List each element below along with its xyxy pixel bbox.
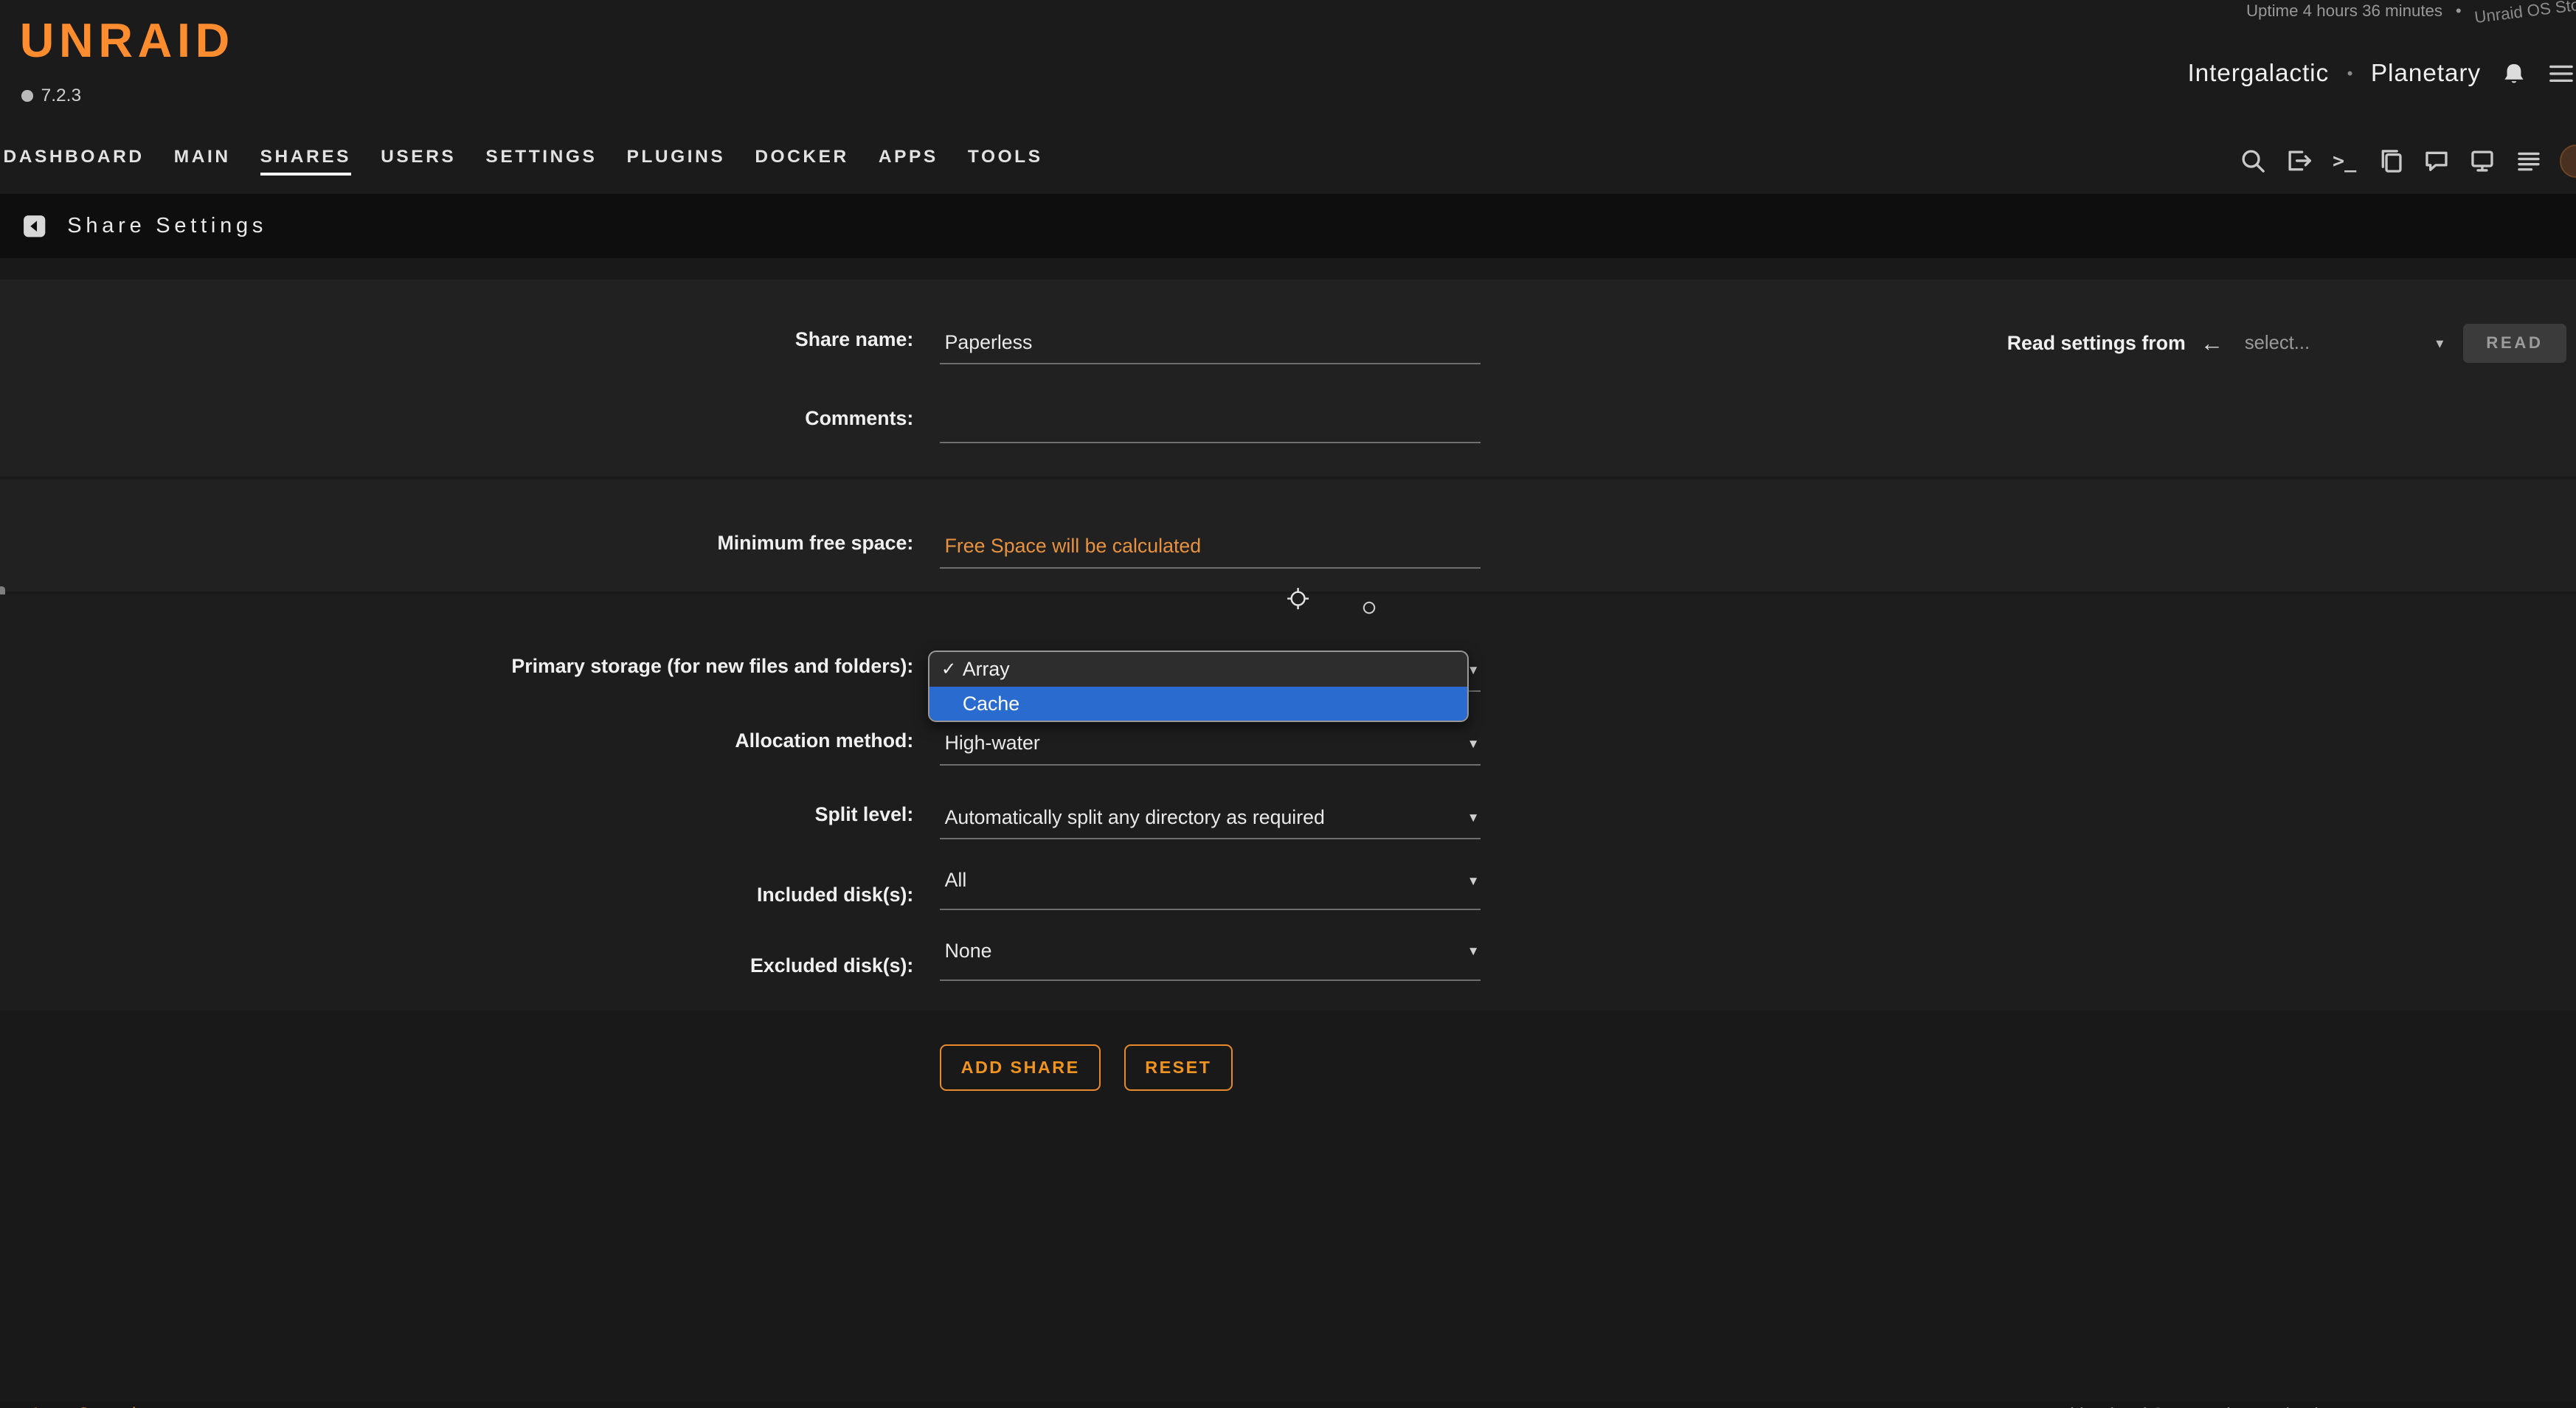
excluded-disks-label: Excluded disk(s): [0, 953, 913, 979]
page-title: Share Settings [67, 214, 267, 238]
uptime-sep: • [2456, 1, 2462, 21]
primary-storage-label: Primary storage (for new files and folde… [0, 653, 913, 680]
uptime-text: Uptime 4 hours 36 minutes [2246, 1, 2442, 21]
unraid-logo: UNRAID [20, 13, 235, 68]
form-actions: ADD SHARE RESET [940, 1044, 1233, 1090]
nav-icon-group: >_ [2237, 128, 2576, 194]
notifications-bell-icon[interactable] [2499, 59, 2528, 89]
monitor-icon[interactable] [2468, 146, 2497, 176]
min-free-space-label: Minimum free space: [0, 530, 913, 557]
panel-free-space: Minimum free space: [0, 479, 2576, 591]
split-level-label: Split level: [0, 802, 913, 828]
version-dot-icon [21, 90, 33, 102]
feedback-icon[interactable] [2422, 146, 2451, 176]
chevron-down-icon: ▾ [1469, 734, 1477, 752]
nav-item-dashboard[interactable]: DASHBOARD [3, 147, 144, 176]
read-settings-group: Read settings from ← select... ▾ READ [2007, 324, 2566, 363]
page-title-bar: Share Settings [0, 194, 2576, 258]
allocation-method-label: Allocation method: [0, 728, 913, 755]
chevron-down-icon: ▾ [1469, 871, 1477, 889]
share-name-label: Share name: [0, 327, 913, 353]
search-icon[interactable] [2237, 146, 2267, 176]
nav-item-tools[interactable]: TOOLS [968, 147, 1043, 176]
allocation-method-select[interactable]: High-water ▾ [940, 723, 1481, 766]
panel-storage-settings: Primary storage (for new files and folde… [0, 594, 2576, 1010]
read-settings-select-value: select... [2245, 333, 2310, 354]
nav-item-main[interactable]: MAIN [174, 147, 231, 176]
allocation-method-value: High-water [945, 732, 1040, 755]
dropdown-option-array[interactable]: ✓ Array [929, 652, 1467, 687]
back-icon[interactable] [20, 211, 49, 240]
panel-share-identity: Share name: Read settings from ← select.… [0, 280, 2576, 476]
split-level-value: Automatically split any directory as req… [945, 806, 1325, 829]
included-disks-select[interactable]: All ▾ [940, 866, 1481, 910]
terminal-icon[interactable]: >_ [2330, 146, 2359, 176]
version-text: 7.2.3 [41, 86, 81, 106]
nav-item-shares[interactable]: SHARES [260, 147, 351, 176]
dropdown-option-label: Array [963, 658, 1010, 681]
version-badge: 7.2.3 [21, 86, 81, 106]
nav-item-docker[interactable]: DOCKER [755, 147, 848, 176]
chevron-down-icon: ▾ [2436, 334, 2443, 353]
unraid-app: UNRAID 7.2.3 Uptime 4 hours 36 minutes •… [0, 0, 2576, 1408]
server-identity: Intergalactic • Planetary [2187, 59, 2572, 89]
copy-icon[interactable] [2375, 146, 2405, 176]
server-sep: • [2347, 64, 2353, 83]
read-settings-label: Read settings from [2007, 332, 2186, 355]
footer: Array Started Unraid webGui © 2025, Lime… [0, 1401, 2576, 1408]
terminal-glyph: >_ [2333, 150, 2356, 173]
comments-label: Comments: [0, 406, 913, 432]
server-description: Planetary [2371, 60, 2481, 88]
reset-button[interactable]: RESET [1124, 1044, 1233, 1090]
dropdown-option-label: Cache [963, 693, 1019, 715]
menu-icon[interactable] [2546, 59, 2576, 89]
read-settings-select[interactable]: select... ▾ [2238, 325, 2448, 361]
arrow-left-icon: ← [2201, 332, 2223, 355]
add-share-button[interactable]: ADD SHARE [940, 1044, 1101, 1090]
nav-item-plugins[interactable]: PLUGINS [626, 147, 725, 176]
uptime-row: Uptime 4 hours 36 minutes • Unraid OS St… [2246, 1, 2576, 21]
log-icon[interactable] [2513, 146, 2543, 176]
os-note-text: Unraid OS Stor [2473, 0, 2576, 27]
main-nav: DASHBOARD MAIN SHARES USERS SETTINGS PLU… [0, 128, 2576, 194]
nav-item-settings[interactable]: SETTINGS [485, 147, 597, 176]
cursor-circle-icon [1362, 592, 1377, 622]
excluded-disks-value: None [945, 940, 992, 963]
excluded-disks-select[interactable]: None ▾ [940, 936, 1481, 980]
share-name-input[interactable] [940, 322, 1481, 364]
server-name: Intergalactic [2187, 60, 2329, 88]
nav-items: DASHBOARD MAIN SHARES USERS SETTINGS PLU… [0, 147, 1073, 176]
chevron-down-icon: ▾ [1469, 808, 1477, 827]
check-icon: ✓ [941, 658, 963, 680]
chevron-down-icon: ▾ [1469, 942, 1477, 960]
chevron-down-icon: ▾ [1469, 660, 1477, 679]
read-button[interactable]: READ [2463, 324, 2566, 363]
avatar[interactable] [2560, 145, 2576, 178]
min-free-space-input[interactable] [940, 526, 1481, 569]
nav-item-apps[interactable]: APPS [879, 147, 938, 176]
nav-item-users[interactable]: USERS [381, 147, 456, 176]
cursor-crosshair-icon [1287, 586, 1309, 617]
comments-input[interactable] [940, 400, 1481, 443]
included-disks-label: Included disk(s): [0, 882, 913, 909]
split-level-select[interactable]: Automatically split any directory as req… [940, 797, 1481, 839]
logout-icon[interactable] [2284, 146, 2313, 176]
primary-storage-dropdown: ✓ Array Cache [928, 651, 1469, 723]
dropdown-option-cache[interactable]: Cache [929, 687, 1467, 721]
included-disks-value: All [945, 869, 967, 892]
